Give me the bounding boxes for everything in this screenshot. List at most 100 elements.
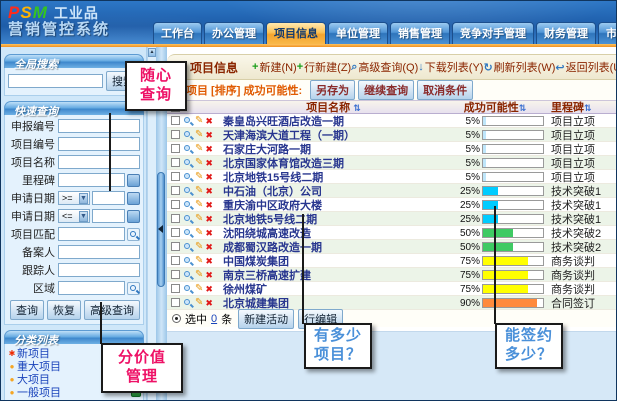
project-match-search-icon[interactable]	[127, 228, 140, 241]
selected-radio[interactable]	[172, 314, 181, 323]
continue-query-button[interactable]: 继续查询	[358, 80, 414, 100]
delete-icon[interactable]: ✖	[205, 228, 213, 238]
apply-date-from-input[interactable]	[92, 191, 125, 205]
cancel-condition-button[interactable]: 取消条件	[417, 80, 473, 100]
row-checkbox[interactable]	[171, 186, 180, 195]
row-checkbox[interactable]	[171, 144, 180, 153]
delete-icon[interactable]: ✖	[205, 256, 213, 266]
delete-icon[interactable]: ✖	[205, 284, 213, 294]
delete-icon[interactable]: ✖	[205, 200, 213, 210]
return-list-button[interactable]: ↩返回列表(U)	[555, 59, 617, 75]
row-checkbox[interactable]	[171, 256, 180, 265]
row-new-button[interactable]: +行新建(Z)	[297, 59, 351, 75]
scroll-up-icon[interactable]: ▲	[148, 48, 156, 57]
view-icon[interactable]	[183, 172, 193, 182]
delete-icon[interactable]: ✖	[205, 214, 213, 224]
row-checkbox[interactable]	[171, 242, 180, 251]
row-checkbox[interactable]	[171, 214, 180, 223]
edit-icon[interactable]: ✎	[195, 172, 203, 182]
delete-icon[interactable]: ✖	[205, 116, 213, 126]
project-name-input[interactable]	[58, 155, 140, 169]
view-icon[interactable]	[183, 228, 193, 238]
edit-icon[interactable]: ✎	[195, 228, 203, 238]
edit-icon[interactable]: ✎	[195, 186, 203, 196]
sort-icon[interactable]: ⇅	[353, 103, 361, 113]
delete-icon[interactable]: ✖	[205, 242, 213, 252]
edit-icon[interactable]: ✎	[195, 298, 203, 308]
edit-icon[interactable]: ✎	[195, 270, 203, 280]
filer-input[interactable]	[58, 245, 140, 259]
refresh-list-button[interactable]: ↻刷新列表(W)	[483, 59, 555, 75]
tab-office[interactable]: 办公管理	[204, 22, 264, 44]
edit-icon[interactable]: ✎	[195, 284, 203, 294]
declare-no-input[interactable]	[58, 119, 140, 133]
view-icon[interactable]	[183, 186, 193, 196]
query-button[interactable]: 查询	[10, 300, 44, 320]
delete-icon[interactable]: ✖	[205, 186, 213, 196]
collapse-left-icon[interactable]	[158, 225, 163, 233]
view-icon[interactable]	[183, 116, 193, 126]
view-icon[interactable]	[183, 284, 193, 294]
tab-workbench[interactable]: 工作台	[153, 22, 202, 44]
new-button[interactable]: +新建(N)	[252, 59, 297, 75]
tab-sales[interactable]: 销售管理	[390, 22, 450, 44]
table-row[interactable]: ✎✖北京城建集团90%合同签订	[167, 296, 617, 310]
edit-icon[interactable]: ✎	[195, 242, 203, 252]
view-icon[interactable]	[183, 270, 193, 280]
tab-finance[interactable]: 财务管理	[536, 22, 596, 44]
milestone-picker-icon[interactable]	[127, 174, 140, 187]
delete-icon[interactable]: ✖	[205, 172, 213, 182]
sort-icon[interactable]: ⇅	[584, 103, 592, 113]
tab-market[interactable]: 市场管理	[598, 22, 617, 44]
edit-icon[interactable]: ✎	[195, 214, 203, 224]
delete-icon[interactable]: ✖	[205, 130, 213, 140]
project-match-input[interactable]	[58, 227, 125, 241]
row-checkbox[interactable]	[171, 172, 180, 181]
milestone-input[interactable]	[58, 173, 125, 187]
reset-button[interactable]: 恢复	[47, 300, 81, 320]
view-icon[interactable]	[183, 158, 193, 168]
sort-icon[interactable]: ⇅	[519, 103, 527, 113]
view-icon[interactable]	[183, 200, 193, 210]
row-checkbox[interactable]	[171, 158, 180, 167]
view-icon[interactable]	[183, 256, 193, 266]
apply-date-from-calendar-icon[interactable]	[127, 192, 140, 205]
new-activity-button[interactable]: 新建活动	[238, 309, 294, 329]
edit-icon[interactable]: ✎	[195, 130, 203, 140]
view-icon[interactable]	[183, 144, 193, 154]
row-checkbox[interactable]	[171, 270, 180, 279]
tab-project-info[interactable]: 项目信息	[266, 22, 326, 44]
edit-icon[interactable]: ✎	[195, 144, 203, 154]
tab-competitor[interactable]: 竞争对手管理	[452, 22, 534, 44]
delete-icon[interactable]: ✖	[205, 270, 213, 280]
edit-icon[interactable]: ✎	[195, 200, 203, 210]
adv-query-button[interactable]: 高级查询	[84, 300, 140, 320]
view-icon[interactable]	[183, 214, 193, 224]
save-as-button[interactable]: 另存为	[310, 80, 355, 100]
sidebar-item-label[interactable]: 已采购项目	[17, 397, 130, 401]
row-checkbox[interactable]	[171, 228, 180, 237]
row-checkbox[interactable]	[171, 116, 180, 125]
view-icon[interactable]	[183, 242, 193, 252]
edit-icon[interactable]: ✎	[195, 256, 203, 266]
apply-date-to-operator-select[interactable]: <=▼	[58, 209, 90, 223]
view-icon[interactable]	[183, 130, 193, 140]
download-list-button[interactable]: ↓下载列表(Y)	[418, 59, 483, 75]
global-search-input[interactable]	[8, 74, 103, 88]
view-icon[interactable]	[183, 298, 193, 308]
region-search-icon[interactable]	[127, 282, 140, 295]
apply-date-from-operator-select[interactable]: >=▼	[58, 191, 90, 205]
apply-date-to-calendar-icon[interactable]	[127, 210, 140, 223]
delete-icon[interactable]: ✖	[205, 298, 213, 308]
row-checkbox[interactable]	[171, 284, 180, 293]
tab-unit[interactable]: 单位管理	[328, 22, 388, 44]
apply-date-to-input[interactable]	[92, 209, 125, 223]
adv-search-button[interactable]: ⌕高级查询(Q)	[351, 59, 418, 75]
row-checkbox[interactable]	[171, 130, 180, 139]
region-input[interactable]	[58, 281, 125, 295]
delete-icon[interactable]: ✖	[205, 158, 213, 168]
row-checkbox[interactable]	[171, 200, 180, 209]
edit-icon[interactable]: ✎	[195, 116, 203, 126]
delete-icon[interactable]: ✖	[205, 144, 213, 154]
project-no-input[interactable]	[58, 137, 140, 151]
